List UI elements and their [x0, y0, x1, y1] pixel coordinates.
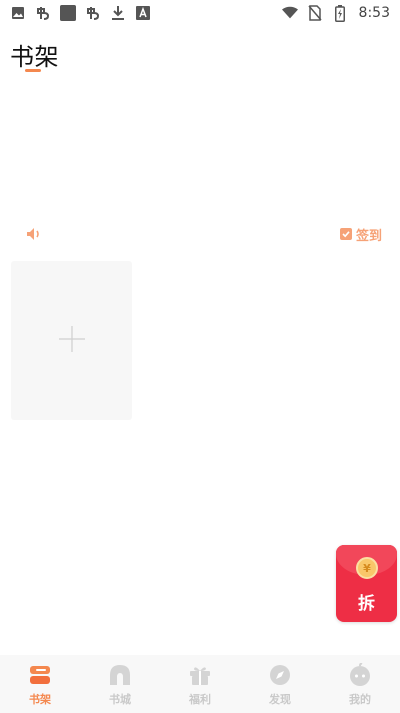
nav-item-bookstore[interactable]: 书城 [80, 662, 160, 707]
status-left [10, 5, 151, 21]
nav-item-discover[interactable]: 发现 [240, 662, 320, 707]
download-icon [110, 5, 126, 21]
no-sim-icon [307, 5, 323, 21]
image-icon [10, 5, 26, 21]
nav-label: 书架 [29, 692, 51, 706]
nav-label: 书城 [109, 692, 131, 706]
coin-icon: ¥ [356, 557, 378, 579]
checkbox-icon [339, 225, 352, 244]
discover-icon [267, 662, 293, 688]
nav-item-welfare[interactable]: 福利 [160, 662, 240, 707]
gift-icon [187, 662, 213, 688]
checkin-button[interactable]: 签到 [339, 225, 382, 244]
status-time: 8:53 [358, 5, 390, 21]
bookstore-icon [107, 662, 133, 688]
battery-charging-icon [332, 4, 348, 22]
nav-label: 我的 [349, 692, 371, 706]
bottom-nav: 书架 书城 福利 发现 我的 [0, 655, 400, 713]
app-icon [85, 5, 101, 21]
nav-item-bookshelf[interactable]: 书架 [0, 662, 80, 707]
text-icon [135, 5, 151, 21]
nav-label: 发现 [269, 692, 291, 706]
nav-item-profile[interactable]: 我的 [320, 662, 400, 707]
wifi-icon [281, 5, 298, 21]
page-title: 书架 [10, 43, 59, 71]
checkin-label: 签到 [355, 229, 382, 244]
speaker-icon[interactable] [26, 226, 43, 240]
status-bar: 8:53 [0, 0, 400, 26]
square-icon [60, 5, 76, 21]
status-right: 8:53 [281, 4, 390, 22]
envelope-label: 拆 [358, 594, 375, 614]
app-icon [35, 5, 51, 21]
plus-icon [58, 325, 85, 356]
nav-label: 福利 [189, 692, 211, 706]
profile-icon [347, 662, 373, 688]
bookshelf-icon [27, 662, 53, 688]
add-book-card[interactable] [11, 261, 132, 420]
red-envelope-button[interactable]: ¥ 拆 [336, 545, 397, 622]
title-underline [25, 69, 41, 72]
